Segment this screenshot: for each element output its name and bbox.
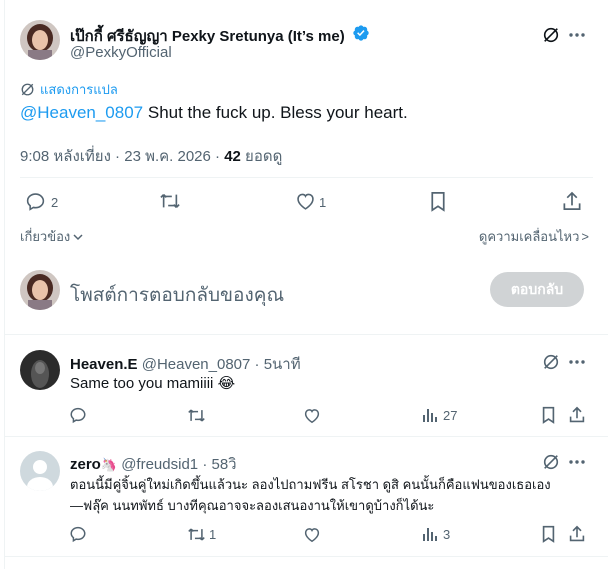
reply-icon[interactable] [24, 190, 46, 212]
reply-author-handle[interactable]: @freudsid1 [121, 456, 198, 473]
mention-link[interactable]: @Heaven_0807 [20, 103, 143, 122]
reply-submit-button[interactable]: ตอบกลับ [490, 272, 584, 307]
views-count: 3 [443, 527, 451, 542]
see-activity-link[interactable]: ดูความเคลื่อนไหว > [479, 226, 589, 247]
retweet-icon[interactable] [186, 524, 206, 544]
like-icon[interactable] [293, 190, 317, 212]
share-icon[interactable] [567, 405, 587, 425]
reply-text: Same too you mamiiii 😂 [70, 374, 235, 392]
reply-text-line-2: —ฟลุ๊ค นนทพัทธ์ บางทีคุณอาจจะลองเสนองานใ… [70, 498, 435, 513]
more-options-icon[interactable] [566, 24, 588, 46]
analytics-icon[interactable] [420, 524, 440, 544]
reply-icon[interactable] [68, 405, 88, 425]
reply-header: Heaven.E @Heaven_0807 · 5นาที [70, 352, 301, 376]
chevron-right-glyph: > [581, 229, 589, 244]
views-label: ยอดดู [240, 148, 283, 165]
bookmark-icon[interactable] [427, 190, 449, 212]
author-display-name[interactable]: เป๊กกี้ ศรีธัญญา Pexky Sretunya (It’s me… [70, 28, 345, 45]
post-time[interactable]: 9:08 หลังเที่ยง · 23 พ.ค. 2026 · [20, 148, 224, 165]
reply-author-handle[interactable]: @Heaven_0807 [142, 356, 251, 373]
retweet-count: 1 [209, 527, 217, 542]
like-icon[interactable] [302, 524, 322, 544]
reply-time[interactable]: · 5นาที [255, 356, 301, 373]
reply-avatar-zero[interactable] [20, 451, 60, 491]
reply-header: zero🦄 @freudsid1 · 58วิ [70, 452, 237, 476]
bookmark-icon[interactable] [538, 524, 558, 544]
translate-label[interactable]: แสดงการแปล [40, 79, 118, 100]
related-label[interactable]: เกี่ยวข้อง [20, 226, 70, 247]
reply-composer-input[interactable]: โพสต์การตอบกลับของคุณ [70, 280, 284, 310]
avatar-pexky[interactable] [20, 20, 60, 60]
reply-text-line-1: ตอนนี้มีคู่จิ้นคู่ใหม่เกิดขึ้นแล้วนะ ลอง… [70, 477, 551, 492]
reply-avatar-heaven[interactable] [20, 350, 60, 390]
post-body: Shut the fuck up. Bless your heart. [143, 103, 408, 122]
divider [5, 556, 608, 557]
reply-author-name[interactable]: zero [70, 456, 101, 473]
reply-body: Same too you mamiiii [70, 375, 214, 392]
reply-author-name[interactable]: Heaven.E [70, 356, 138, 373]
reply-button-label: ตอบกลับ [510, 280, 564, 297]
like-icon[interactable] [302, 405, 322, 425]
grok-icon[interactable] [540, 351, 562, 373]
see-activity-label[interactable]: ดูความเคลื่อนไหว [479, 229, 580, 244]
views-count: 27 [443, 408, 458, 423]
grok-icon[interactable] [540, 24, 562, 46]
composer-avatar[interactable] [20, 270, 60, 310]
reply-icon[interactable] [68, 524, 88, 544]
laughing-emoji: 😂 [217, 374, 236, 392]
grok-icon[interactable] [540, 451, 562, 473]
more-options-icon[interactable] [566, 351, 588, 373]
translate-link[interactable]: แสดงการแปล [20, 79, 118, 100]
verified-badge-icon [352, 24, 370, 42]
author-handle[interactable]: @PexkyOfficial [70, 44, 172, 61]
views-count: 42 [224, 148, 241, 165]
reply-count: 2 [51, 195, 59, 210]
related-toggle[interactable]: เกี่ยวข้อง [20, 226, 83, 247]
reply-time[interactable]: · 58วิ [202, 456, 236, 473]
left-border [4, 0, 5, 569]
bookmark-icon[interactable] [538, 405, 558, 425]
divider [20, 177, 593, 178]
share-icon[interactable] [567, 524, 587, 544]
post-text: @Heaven_0807 Shut the fuck up. Bless you… [20, 103, 408, 123]
analytics-icon[interactable] [420, 405, 440, 425]
retweet-icon[interactable] [186, 405, 206, 425]
chevron-down-icon [73, 233, 83, 241]
unicorn-emoji: 🦄 [100, 458, 118, 473]
like-count: 1 [319, 195, 327, 210]
divider [5, 334, 608, 335]
retweet-icon[interactable] [158, 190, 182, 212]
more-options-icon[interactable] [566, 451, 588, 473]
divider [5, 436, 608, 437]
translate-grok-icon [20, 82, 35, 97]
share-icon[interactable] [561, 190, 583, 212]
post-timestamp[interactable]: 9:08 หลังเที่ยง · 23 พ.ค. 2026 · 42 ยอดด… [20, 144, 282, 168]
